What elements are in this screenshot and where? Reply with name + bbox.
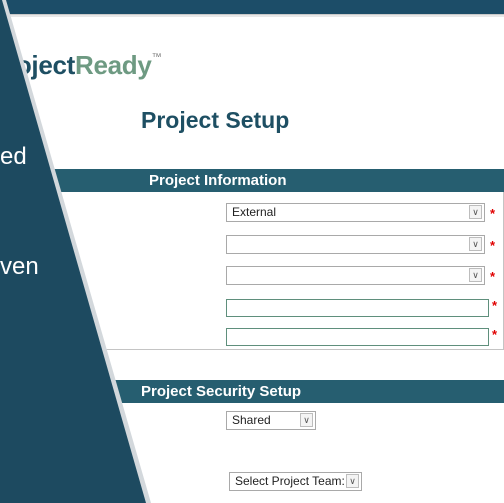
logo-text-dark: roject [6,50,76,80]
page-shadow [0,15,504,17]
chevron-down-icon[interactable]: ∨ [300,413,313,427]
project-team-select[interactable]: Select Project Team: ∨ [229,472,362,491]
chevron-down-icon[interactable]: ∨ [469,268,482,282]
top-bar [0,0,504,14]
required-marker: * [492,327,498,342]
project-information-title: Project Information [149,172,287,189]
project-security-header: Project Security Setup [0,380,504,403]
chevron-down-icon[interactable]: ∨ [469,205,482,219]
required-marker: * [490,206,496,221]
chevron-down-icon[interactable]: ∨ [346,474,359,488]
project-type-value: External [232,205,277,219]
project-text-field-1[interactable] [226,299,489,317]
projectready-logo: rojectReady™ [6,50,162,81]
overlay-text-2: ven [0,253,39,280]
trademark-symbol: ™ [151,52,162,63]
project-information-header: Project Information [0,169,504,192]
required-marker: * [492,298,498,313]
required-marker: * [490,269,496,284]
project-type-select[interactable]: External ∨ [226,203,485,222]
project-field-3-select[interactable]: ∨ [226,266,485,285]
project-security-title: Project Security Setup [141,383,302,400]
logo-text-light: Ready [75,50,152,80]
security-mode-value: Shared [232,413,271,427]
project-field-2-select[interactable]: ∨ [226,235,485,254]
project-team-value: Select Project Team: [235,474,345,488]
chevron-down-icon[interactable]: ∨ [469,237,482,251]
security-mode-select[interactable]: Shared ∨ [226,411,316,430]
overlay-text-1: ed [0,143,27,170]
page-title: Project Setup [141,107,290,133]
required-marker: * [490,238,496,253]
project-text-field-2[interactable] [226,328,489,346]
